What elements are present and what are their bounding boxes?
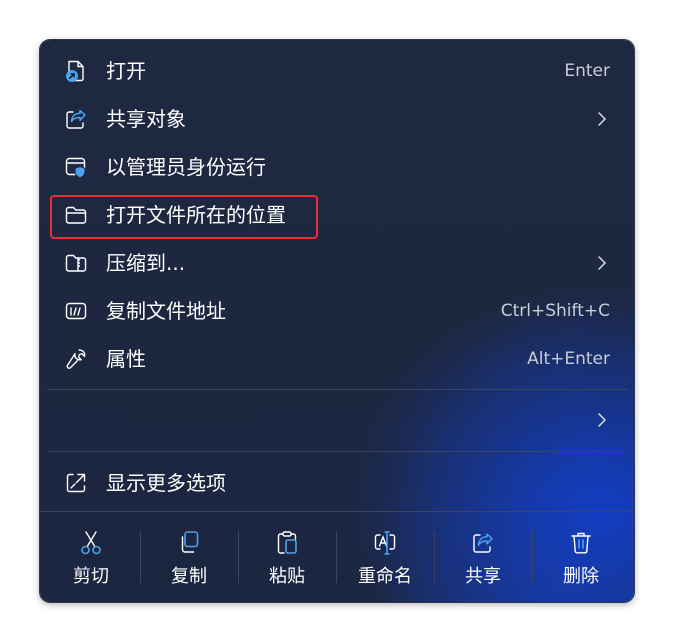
zip-folder-icon [64, 251, 88, 275]
menu-item-label: 压缩到... [106, 251, 186, 275]
highlight-box [50, 195, 318, 239]
chevron-right-icon [594, 111, 610, 127]
share-icon [471, 530, 495, 556]
menu-item-label: 复制文件地址 [106, 299, 226, 323]
quick-action-toolbar: 剪切 复制 粘贴 重命名 共享 删除 [40, 511, 634, 602]
copy-button[interactable]: 复制 [140, 511, 238, 602]
delete-button[interactable]: 删除 [532, 511, 630, 602]
menu-item-label: 属性 [106, 347, 146, 371]
menu-item-share-with[interactable]: 共享对象 [40, 96, 634, 142]
menu-item-compress-to[interactable]: 压缩到... [40, 240, 634, 286]
path-icon [64, 299, 88, 323]
open-file-icon [64, 59, 88, 83]
menu-item-label: 共享对象 [106, 107, 186, 131]
menu-item-label: 显示更多选项 [106, 471, 226, 495]
share-icon [64, 107, 88, 131]
paste-label: 粘贴 [269, 566, 305, 587]
admin-shield-icon [64, 155, 88, 179]
scissors-icon [79, 530, 103, 556]
trash-icon [569, 530, 593, 556]
rename-button[interactable]: 重命名 [336, 511, 434, 602]
menu-item-copy-path[interactable]: 复制文件地址 Ctrl+Shift+C [40, 288, 634, 334]
menu-item-open[interactable]: 打开 Enter [40, 48, 634, 94]
chevron-right-icon [594, 255, 610, 271]
chevron-right-icon [594, 412, 610, 428]
paste-icon [275, 530, 299, 556]
cut-button[interactable]: 剪切 [42, 511, 140, 602]
cut-label: 剪切 [73, 566, 109, 587]
context-menu: 打开 Enter 共享对象 以管理员身份运行 打开文件所在的位置 压缩到... … [40, 40, 634, 602]
separator [47, 451, 627, 452]
delete-label: 删除 [563, 566, 599, 587]
share-button[interactable]: 共享 [434, 511, 532, 602]
paste-button[interactable]: 粘贴 [238, 511, 336, 602]
menu-item-properties[interactable]: 属性 Alt+Enter [40, 336, 634, 382]
rename-label: 重命名 [358, 566, 412, 587]
menu-item-label: 打开 [106, 59, 146, 83]
separator [47, 389, 627, 390]
more-options-icon [64, 471, 88, 495]
copy-icon [177, 530, 201, 556]
menu-item-shortcut: Alt+Enter [527, 349, 610, 369]
share-label: 共享 [465, 566, 501, 587]
copy-label: 复制 [171, 566, 207, 587]
menu-item-submenu-blank[interactable] [40, 397, 634, 443]
menu-item-shortcut: Ctrl+Shift+C [500, 301, 610, 321]
menu-item-show-more-options[interactable]: 显示更多选项 [40, 460, 634, 506]
menu-item-shortcut: Enter [564, 61, 610, 81]
menu-item-run-as-admin[interactable]: 以管理员身份运行 [40, 144, 634, 190]
wrench-icon [64, 347, 88, 371]
menu-item-label: 以管理员身份运行 [106, 155, 266, 179]
rename-icon [373, 530, 397, 556]
